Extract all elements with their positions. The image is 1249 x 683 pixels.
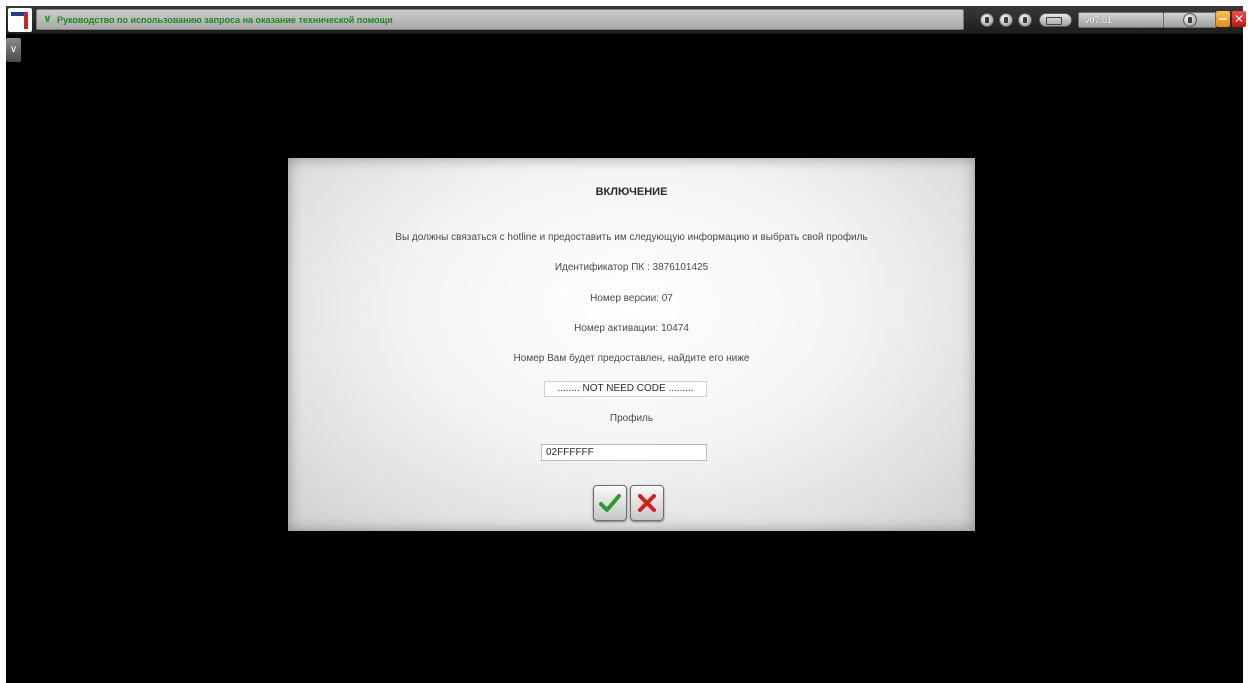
note-text: Номер Вам будет предоставлен, найдите ег… bbox=[513, 353, 750, 364]
window-title: Руководство по использованию запроса на … bbox=[56, 14, 393, 25]
activation-number-text: Номер активации: 10474 bbox=[574, 323, 689, 334]
power-icon[interactable] bbox=[980, 13, 994, 27]
checkmark-icon bbox=[599, 494, 621, 512]
title-field[interactable]: ∨ Руководство по использованию запроса н… bbox=[36, 9, 964, 30]
dialog-title: ВКЛЮЧЕНИЕ bbox=[595, 186, 668, 198]
activation-code-field[interactable]: ........ NOT NEED CODE ......... bbox=[544, 381, 707, 397]
battery-icon bbox=[1039, 13, 1072, 27]
title-bar: ∨ Руководство по использованию запроса н… bbox=[6, 6, 1246, 34]
profile-label: Профиль bbox=[609, 413, 654, 424]
version-number-text: Номер версии: 07 bbox=[590, 293, 673, 304]
status-tray: v07.01 bbox=[980, 9, 1230, 31]
minimize-button[interactable] bbox=[1216, 11, 1230, 27]
close-button[interactable]: ✕ bbox=[1232, 11, 1246, 27]
profile-icon[interactable] bbox=[999, 13, 1013, 27]
confirm-button[interactable] bbox=[593, 485, 627, 521]
activation-dialog: ВКЛЮЧЕНИЕ Вы должны связаться с hotline … bbox=[288, 158, 975, 531]
cross-icon bbox=[638, 494, 656, 512]
app-logo bbox=[8, 8, 32, 32]
version-label: v07.01 bbox=[1085, 15, 1113, 25]
instruction-text: Вы должны связаться с hotline и предоста… bbox=[395, 232, 868, 243]
dial-field[interactable] bbox=[1164, 12, 1216, 28]
menu-dropdown-button[interactable]: ∨ bbox=[6, 38, 21, 62]
cancel-button[interactable] bbox=[630, 485, 664, 521]
settings-icon[interactable] bbox=[1018, 13, 1032, 27]
version-field: v07.01 bbox=[1078, 12, 1164, 28]
pc-id-text: Идентификатор ПК : 3876101425 bbox=[554, 262, 709, 273]
profile-input[interactable] bbox=[541, 444, 707, 461]
app-window: ∨ Руководство по использованию запроса н… bbox=[6, 6, 1246, 683]
chevron-down-icon[interactable]: ∨ bbox=[43, 14, 52, 25]
dial-icon[interactable] bbox=[1182, 13, 1197, 27]
